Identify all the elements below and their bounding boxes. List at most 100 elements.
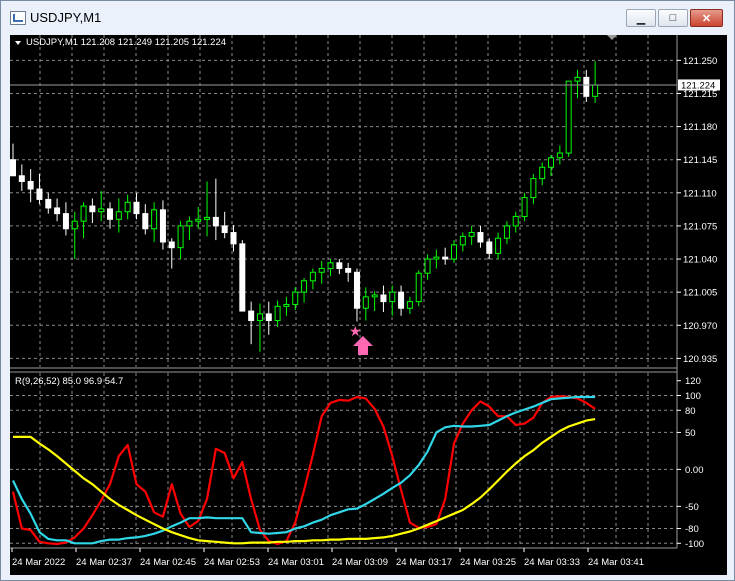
candle [62, 202, 69, 236]
price-tick-label: 121.250 [683, 56, 717, 67]
candle [459, 232, 466, 252]
candle [503, 221, 510, 244]
candle-body [54, 207, 61, 215]
candle-body [45, 198, 52, 209]
triangle-down-icon[interactable] [15, 41, 21, 45]
candle-body [168, 241, 175, 249]
candle [186, 216, 193, 241]
candle-body [556, 152, 563, 159]
indicator-tick-label: -50 [685, 502, 699, 513]
candle-body [477, 232, 484, 243]
candle-body [574, 76, 581, 82]
candle [248, 301, 255, 345]
time-tick-label: 24 Mar 03:25 [460, 557, 516, 568]
time-tick-label: 24 Mar 2022 [12, 557, 65, 568]
candle-body [98, 208, 105, 213]
time-tick-label: 24 Mar 02:45 [140, 557, 196, 568]
candle [371, 291, 378, 312]
candle [592, 61, 599, 103]
time-tick-label: 24 Mar 02:53 [204, 557, 260, 568]
time-tick-label: 24 Mar 03:33 [524, 557, 580, 568]
time-tick-label: 24 Mar 03:17 [396, 557, 452, 568]
indicator-axis[interactable]: 120 100 80 50 0.00 -50 -80 -100 [677, 376, 704, 550]
current-price-label: 121.224 [681, 80, 715, 91]
candle [451, 240, 457, 263]
candle [177, 221, 184, 260]
candle [406, 296, 413, 314]
candle [212, 178, 219, 241]
candle [151, 202, 158, 243]
candle-body [548, 157, 555, 168]
candle-body [239, 243, 246, 312]
minimize-button[interactable]: ▁ [626, 9, 656, 27]
candle [548, 154, 555, 176]
candle-body [442, 256, 449, 260]
time-axis[interactable]: 24 Mar 2022 24 Mar 02:37 24 Mar 02:45 24 Ma… [11, 548, 644, 568]
price-tick-label: 121.145 [683, 155, 717, 166]
candle-body [292, 291, 299, 305]
signal-marker: ★ [349, 323, 373, 355]
candle [345, 262, 352, 282]
candle-body [362, 296, 369, 309]
candle-body [433, 256, 440, 260]
indicator-tick-label: 0.00 [685, 465, 704, 476]
maximize-button[interactable]: □ [658, 9, 688, 27]
candle-body [539, 166, 546, 180]
candle-body [36, 188, 43, 200]
candle-body [406, 301, 413, 309]
candle [495, 232, 502, 260]
candle-body [283, 303, 290, 307]
candle-body [159, 209, 166, 243]
chart-window-icon [10, 11, 26, 25]
candle [133, 192, 140, 220]
price-tick-label: 121.110 [683, 188, 717, 199]
candle-body [204, 216, 211, 220]
candle-body [274, 305, 281, 322]
candle-body [186, 220, 193, 227]
candle [274, 300, 281, 328]
close-button[interactable]: ✕ [690, 9, 723, 27]
candle-body [424, 258, 431, 274]
candle [256, 303, 263, 352]
candle [327, 259, 334, 277]
candle-body [327, 262, 334, 269]
candle [27, 169, 34, 203]
candle [239, 240, 246, 312]
candle-body [124, 201, 131, 213]
candle-body [583, 76, 590, 97]
candle-body [565, 80, 572, 154]
candle [433, 249, 440, 269]
chart-canvas[interactable]: USDJPY,M1 121.208 121.249 121.205 121.22… [10, 35, 727, 575]
candle [98, 190, 105, 222]
candle [204, 181, 211, 237]
chart-area[interactable]: USDJPY,M1 121.208 121.249 121.205 121.22… [10, 35, 727, 575]
candle-body [133, 201, 140, 215]
candle [512, 211, 519, 233]
candle-body [468, 232, 475, 237]
title-bar[interactable]: USDJPY,M1 ▁ □ ✕ [1, 1, 734, 35]
candle [415, 270, 422, 307]
candle [521, 192, 528, 222]
time-tick-label: 24 Mar 02:37 [76, 557, 132, 568]
candle-body [495, 237, 502, 254]
candle [468, 225, 475, 245]
candle-body [371, 294, 378, 298]
price-tick-label: 121.040 [683, 255, 717, 266]
candle-body [256, 313, 263, 322]
candle-body [530, 178, 537, 199]
time-tick-label: 24 Mar 03:01 [268, 557, 324, 568]
price-axis[interactable]: 121.250121.215121.180121.145121.110121.0… [677, 56, 717, 365]
price-tick-label: 120.970 [683, 321, 717, 332]
candle [18, 164, 25, 191]
candle-body [18, 175, 25, 182]
candle [318, 260, 325, 284]
candle-body [142, 213, 149, 230]
indicator-tick-label: 120 [685, 376, 701, 387]
candle-body [27, 180, 34, 190]
candle-body [265, 313, 272, 322]
candle [115, 198, 122, 233]
price-tick-label: 121.180 [683, 122, 717, 133]
candle-body [345, 267, 352, 273]
indicator-label: R(9,26,52) 85.0 96.9 54.7 [15, 376, 123, 387]
candle [539, 162, 546, 186]
